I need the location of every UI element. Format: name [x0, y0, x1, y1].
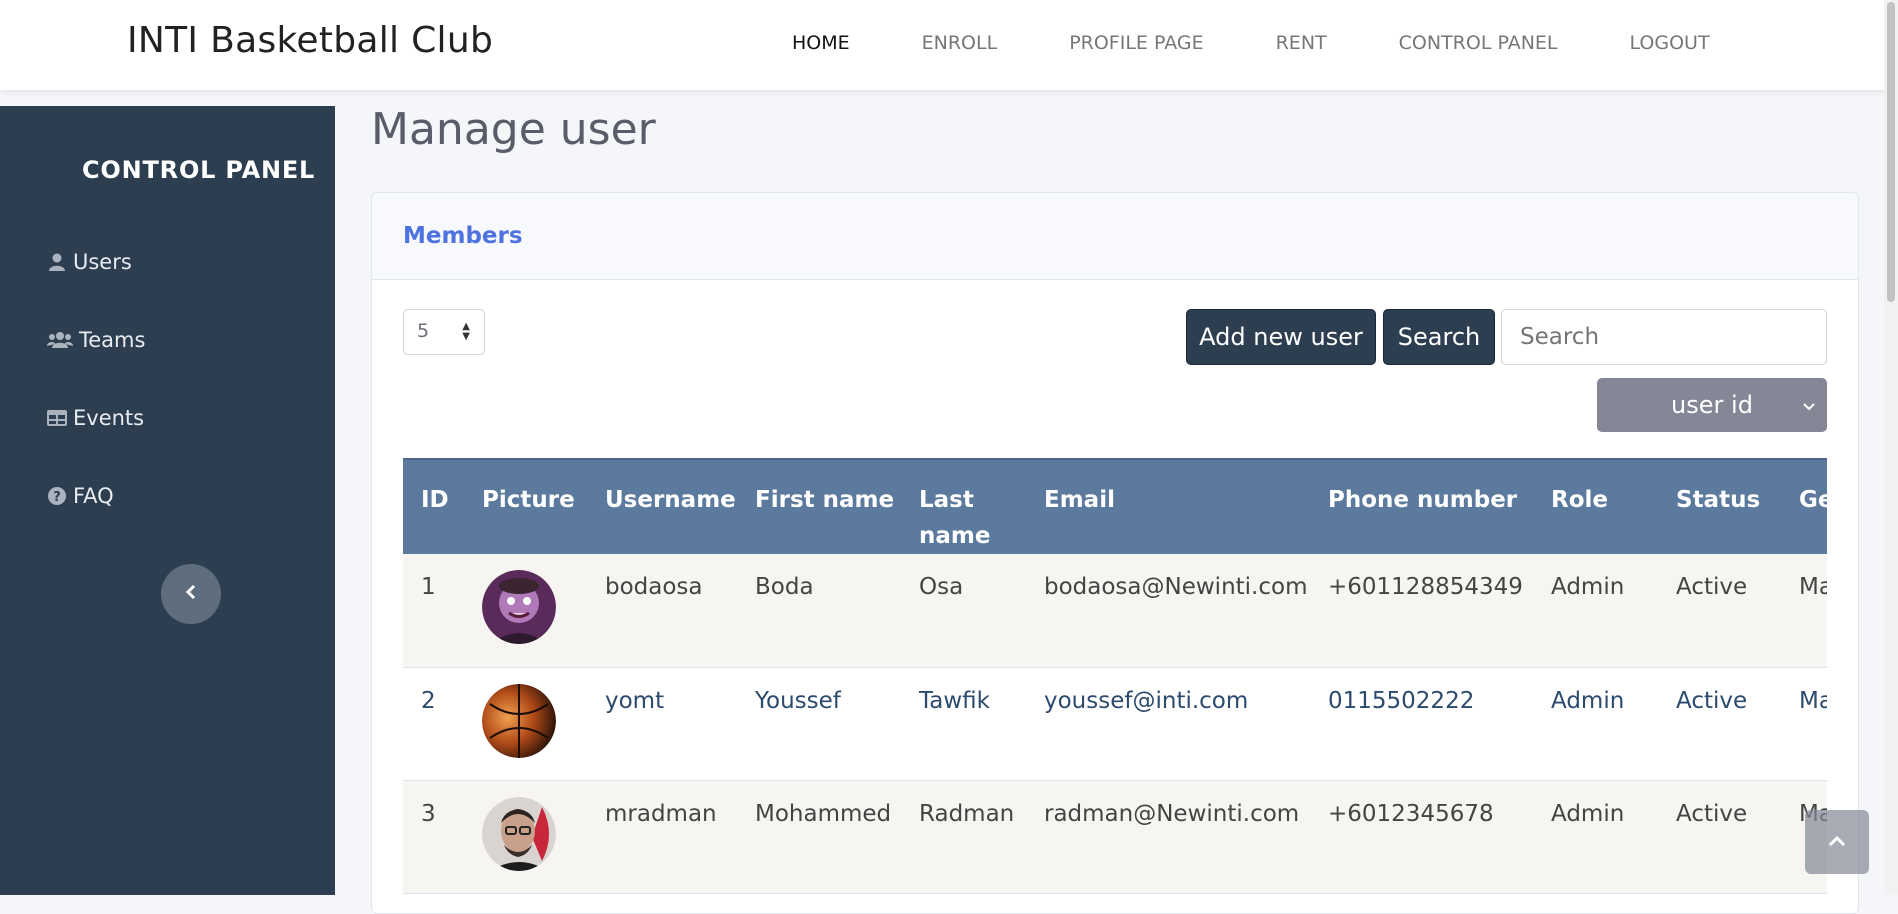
col-picture[interactable]: Picture — [464, 458, 587, 554]
cell-username: mradman — [587, 780, 737, 894]
nav-rent[interactable]: RENT — [1276, 32, 1327, 54]
cell-email: youssef@inti.com — [1026, 667, 1310, 781]
nav-home[interactable]: HOME — [792, 32, 850, 54]
sidebar-collapse-button[interactable] — [161, 564, 221, 624]
cell-email: bodaosa@Newinti.com — [1026, 554, 1310, 668]
sidebar-item-label: FAQ — [73, 484, 114, 508]
cell-status: Active — [1658, 780, 1781, 894]
nav-logout[interactable]: LOGOUT — [1630, 32, 1710, 54]
cell-first-name: Mohammed — [737, 780, 901, 894]
table-row[interactable]: 2 yomt Youssef Tawfik youssef@inti.com 0… — [403, 667, 1827, 781]
cell-phone: +601128854349 — [1310, 554, 1533, 668]
add-user-button[interactable]: Add new user — [1186, 309, 1376, 365]
sort-value: user id — [1671, 391, 1753, 419]
search-input[interactable] — [1501, 309, 1827, 365]
col-email[interactable]: Email — [1026, 458, 1310, 554]
col-phone[interactable]: Phone number — [1310, 458, 1533, 554]
card-title: Members — [403, 223, 523, 249]
entries-value: 5 — [417, 320, 430, 342]
sort-arrows-icon: ▲ ▼ — [462, 321, 470, 342]
sidebar-title: CONTROL PANEL — [82, 156, 316, 184]
svg-text:?: ? — [53, 490, 61, 505]
cell-first-name: Boda — [737, 554, 901, 668]
col-role[interactable]: Role — [1533, 458, 1658, 554]
cell-phone: 0115502222 — [1310, 667, 1533, 781]
table-row[interactable]: 1 bodaosa Boda Osa bodaosa@Newinti.com +… — [403, 554, 1827, 668]
sidebar-item-events[interactable]: Events — [47, 406, 144, 430]
members-table: ID Picture Username First name Last name… — [403, 458, 1827, 894]
members-table-wrapper[interactable]: ID Picture Username First name Last name… — [403, 458, 1827, 913]
top-navbar: INTI Basketball Club HOME ENROLL PROFILE… — [0, 0, 1898, 90]
question-circle-icon: ? — [47, 487, 67, 505]
cell-first-name: Youssef — [737, 667, 901, 781]
sidebar: CONTROL PANEL Users Teams Events ? FAQ — [0, 106, 335, 895]
cell-status: Active — [1658, 554, 1781, 668]
nav-enroll[interactable]: ENROLL — [922, 32, 998, 54]
sidebar-item-teams[interactable]: Teams — [47, 328, 145, 352]
page-scrollbar[interactable] — [1884, 0, 1898, 895]
col-id[interactable]: ID — [403, 458, 464, 554]
sidebar-item-users[interactable]: Users — [47, 250, 132, 274]
avatar — [482, 570, 556, 644]
cell-gender: Male — [1781, 554, 1827, 668]
cell-phone: +6012345678 — [1310, 780, 1533, 894]
table-row[interactable]: 3 mradman Mohammed Radman radman@Newinti… — [403, 780, 1827, 894]
cell-role: Admin — [1533, 554, 1658, 668]
avatar — [482, 683, 556, 758]
cell-status: Active — [1658, 667, 1781, 781]
cell-last-name: Radman — [901, 780, 1026, 894]
cell-username: bodaosa — [587, 554, 737, 668]
avatar — [482, 796, 556, 871]
col-username[interactable]: Username — [587, 458, 737, 554]
cell-id: 3 — [403, 780, 464, 894]
table-header-row: ID Picture Username First name Last name… — [403, 458, 1827, 554]
nav-control-panel[interactable]: CONTROL PANEL — [1399, 32, 1558, 54]
cell-role: Admin — [1533, 667, 1658, 781]
col-last-name[interactable]: Last name — [901, 458, 1026, 554]
cell-username: yomt — [587, 667, 737, 781]
cell-picture — [464, 554, 587, 668]
user-icon — [47, 253, 67, 271]
sidebar-item-faq[interactable]: ? FAQ — [47, 484, 114, 508]
table-icon — [47, 410, 67, 426]
chevron-down-icon — [1801, 392, 1817, 420]
col-gender[interactable]: Gender — [1781, 458, 1827, 554]
cell-picture — [464, 667, 587, 781]
search-button[interactable]: Search — [1383, 309, 1495, 365]
nav-links: HOME ENROLL PROFILE PAGE RENT CONTROL PA… — [792, 32, 1782, 54]
cell-role: Admin — [1533, 780, 1658, 894]
cell-id: 2 — [403, 667, 464, 781]
cell-gender: Male — [1781, 667, 1827, 781]
nav-profile-page[interactable]: PROFILE PAGE — [1069, 32, 1203, 54]
sidebar-item-label: Events — [73, 406, 145, 430]
cell-last-name: Osa — [901, 554, 1026, 668]
chevron-up-icon — [1827, 833, 1847, 852]
sidebar-item-label: Users — [73, 250, 132, 274]
scrollbar-thumb[interactable] — [1887, 2, 1895, 302]
cell-id: 1 — [403, 554, 464, 668]
sort-by-select[interactable]: user id — [1597, 378, 1827, 432]
users-icon — [47, 331, 73, 349]
sidebar-item-label: Teams — [79, 328, 146, 352]
cell-last-name: Tawfik — [901, 667, 1026, 781]
cell-picture — [464, 780, 587, 894]
cell-email: radman@Newinti.com — [1026, 780, 1310, 894]
back-to-top-button[interactable] — [1805, 810, 1869, 874]
chevron-left-icon — [184, 584, 198, 604]
entries-per-page-select[interactable]: 5 ▲ ▼ — [403, 309, 485, 355]
card-header: Members — [372, 193, 1858, 280]
brand-title[interactable]: INTI Basketball Club — [127, 20, 493, 61]
col-first-name[interactable]: First name — [737, 458, 901, 554]
page-title: Manage user — [371, 104, 656, 155]
col-status[interactable]: Status — [1658, 458, 1781, 554]
members-card: Members 5 ▲▼ Add new user Search user id… — [371, 192, 1859, 914]
